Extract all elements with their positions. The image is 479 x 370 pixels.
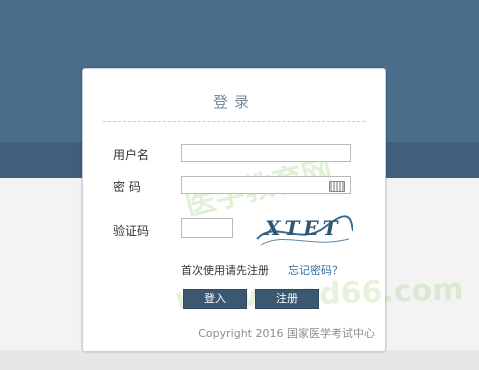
captcha-image[interactable]: XTET (255, 209, 353, 249)
password-label: 密 码 (113, 180, 141, 194)
username-input[interactable] (181, 144, 351, 162)
register-hint: 首次使用请先注册 (181, 264, 269, 277)
copyright-text: Copyright 2016 国家医学考试中心 (198, 327, 375, 340)
captcha-input[interactable] (181, 218, 233, 238)
username-label: 用户名 (113, 148, 150, 162)
login-button[interactable]: 登入 (183, 289, 247, 309)
keyboard-icon[interactable] (329, 181, 345, 192)
forgot-password-link[interactable]: 忘记密码？ (288, 262, 343, 278)
register-button[interactable]: 注册 (255, 289, 319, 309)
title-divider (103, 121, 365, 122)
captcha-label: 验证码 (113, 224, 150, 238)
password-input[interactable] (181, 176, 351, 194)
login-card: 登录 医学教育网 www.med66.com 用户名 密 码 验证码 XTET … (82, 68, 464, 352)
page-footer-edge (0, 350, 479, 370)
captcha-text: XTET (263, 216, 342, 240)
login-title: 登录 (212, 93, 255, 111)
